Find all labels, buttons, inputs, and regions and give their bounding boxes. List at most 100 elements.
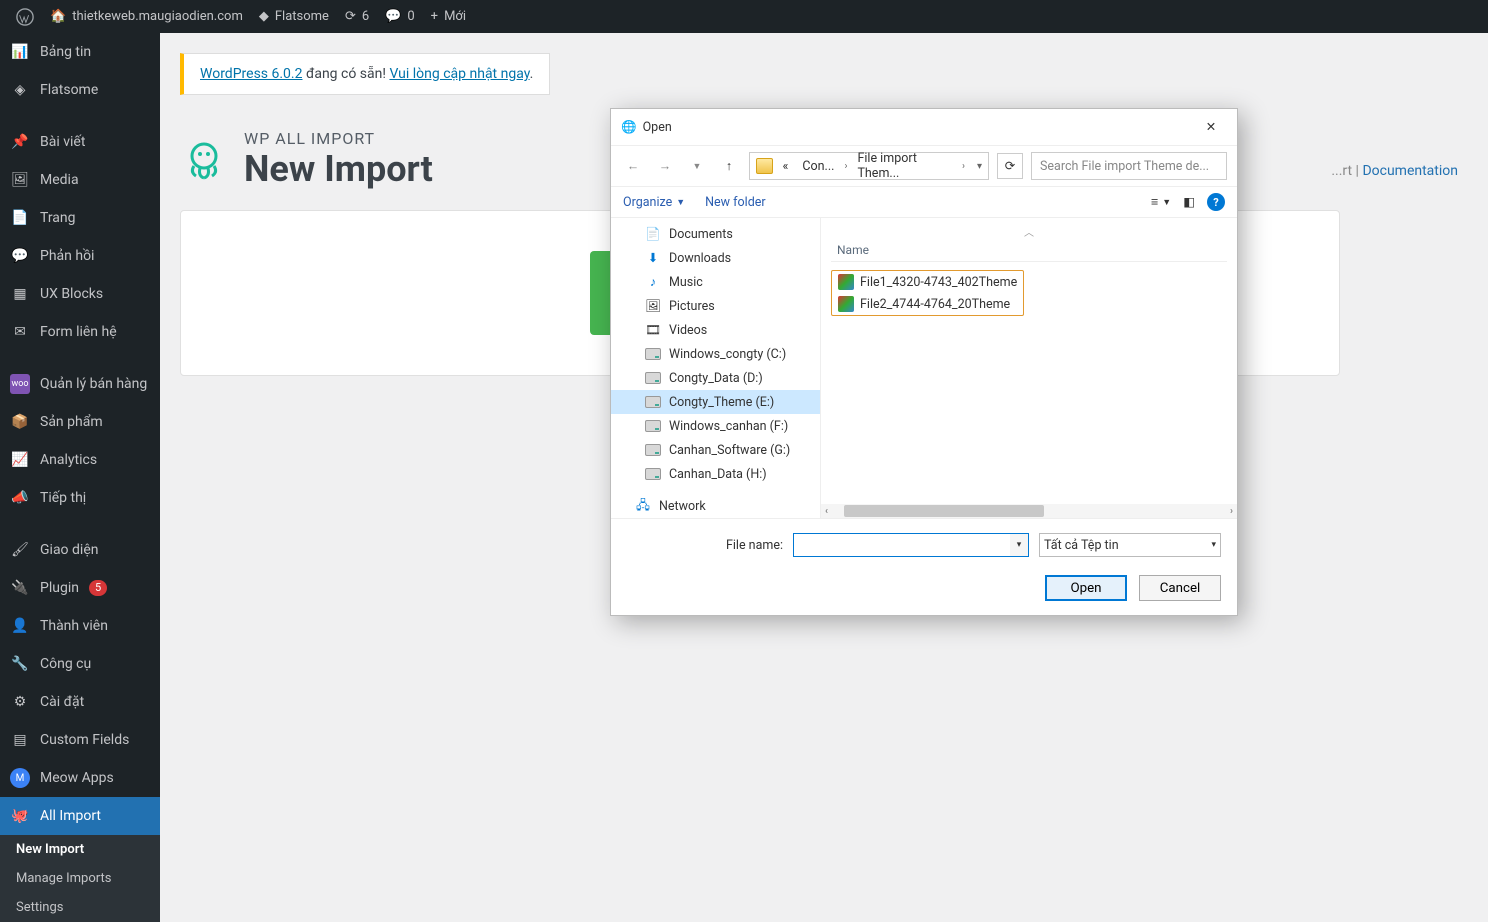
update-now-link[interactable]: Vui lòng cập nhật ngay (389, 66, 529, 82)
wp-logo[interactable] (8, 0, 42, 33)
app-icon: 🌐 (621, 120, 637, 135)
sidebar-item-users[interactable]: 👤Thành viên (0, 607, 160, 645)
notice-text: đang có sẵn! (302, 66, 389, 82)
blocks-icon: ▦ (10, 284, 30, 304)
documentation-link[interactable]: Documentation (1362, 163, 1458, 179)
network-icon: 🖧 (635, 498, 651, 514)
notice-end: . (530, 66, 534, 82)
sidebar-item-uxblocks[interactable]: ▦UX Blocks (0, 275, 160, 313)
breadcrumb-seg[interactable]: Con... (798, 159, 838, 174)
tree-drive-d[interactable]: Congty_Data (D:) (611, 366, 820, 390)
sidebar-item-posts[interactable]: 📌Bài viết (0, 123, 160, 161)
open-button[interactable]: Open (1045, 575, 1127, 601)
file-row[interactable]: File2_4744-4764_20Theme (832, 293, 1023, 315)
filename-dropdown[interactable]: ▾ (1010, 534, 1028, 556)
file-row[interactable]: File1_4320-4743_402Theme (832, 271, 1023, 293)
file-list: ︿ Name File1_4320-4743_402Theme File2_47… (821, 218, 1237, 518)
filter-label: Tất cả Tệp tin (1044, 538, 1119, 553)
sidebar-label: Plugin (40, 580, 79, 596)
comments-count: 0 (407, 9, 414, 24)
sidebar-item-contactform[interactable]: ✉Form liên hệ (0, 313, 160, 351)
tree-drive-g[interactable]: Canhan_Software (G:) (611, 438, 820, 462)
sidebar-item-meow[interactable]: M Meow Apps (0, 759, 160, 797)
sidebar-item-pages[interactable]: 📄Trang (0, 199, 160, 237)
update-notice: WordPress 6.0.2 đang có sẵn! Vui lòng cậ… (180, 53, 550, 95)
sidebar-item-media[interactable]: 🖼Media (0, 161, 160, 199)
sidebar-item-allimport[interactable]: 🐙All Import (0, 797, 160, 835)
help-button[interactable]: ? (1207, 193, 1225, 211)
breadcrumb-up[interactable]: « (779, 159, 793, 174)
file-type-filter[interactable]: Tất cả Tệp tin▾ (1039, 533, 1221, 557)
chevron-down-icon: ▼ (676, 197, 685, 208)
close-button[interactable]: ✕ (1195, 115, 1227, 139)
tree-label: Pictures (669, 299, 715, 314)
sidebar-label: Analytics (40, 452, 97, 468)
sidebar-item-dashboard[interactable]: 📊Bảng tin (0, 33, 160, 71)
sidebar-item-plugins[interactable]: 🔌Plugin5 (0, 569, 160, 607)
address-bar[interactable]: « Con... › File import Them... › ▾ (749, 152, 989, 180)
search-input[interactable]: Search File import Theme de... (1031, 152, 1227, 180)
submenu-settings[interactable]: Settings (0, 893, 160, 922)
tree-drive-h[interactable]: Canhan_Data (H:) (611, 462, 820, 486)
submenu-new-import[interactable]: New Import (0, 835, 160, 864)
view-mode-button[interactable]: ≡ ▼ (1151, 195, 1171, 210)
chevron-right-icon: › (962, 161, 965, 172)
dialog-titlebar: 🌐Open ✕ (611, 109, 1237, 145)
preview-pane-button[interactable]: ◧ (1183, 194, 1195, 210)
site-home[interactable]: 🏠thietkeweb.maugiaodien.com (42, 0, 251, 33)
sidebar-item-tools[interactable]: 🔧Công cụ (0, 645, 160, 683)
plugin-badge: 5 (89, 580, 107, 596)
meow-icon: M (10, 768, 30, 788)
new-content[interactable]: +Mới (423, 0, 474, 33)
dashboard-icon: 📊 (10, 42, 30, 62)
tree-pictures[interactable]: 🖼Pictures (611, 294, 820, 318)
tree-drive-f[interactable]: Windows_canhan (F:) (611, 414, 820, 438)
cancel-button[interactable]: Cancel (1139, 575, 1221, 601)
tree-network[interactable]: 🖧Network (611, 494, 820, 518)
forward-button[interactable]: → (653, 154, 677, 178)
drive-icon (645, 346, 661, 362)
tree-drive-e[interactable]: Congty_Theme (E:) (611, 390, 820, 414)
sidebar-item-settings[interactable]: ⚙Cài đặt (0, 683, 160, 721)
tree-documents[interactable]: 📄Documents (611, 222, 820, 246)
tree-music[interactable]: ♪Music (611, 270, 820, 294)
comments[interactable]: 💬0 (377, 0, 423, 33)
sidebar-item-marketing[interactable]: 📣Tiếp thị (0, 479, 160, 517)
organize-label: Organize (623, 195, 672, 210)
sidebar-label: Meow Apps (40, 770, 114, 786)
tree-downloads[interactable]: ⬇Downloads (611, 246, 820, 270)
sidebar-item-products[interactable]: 📦Sản phẩm (0, 403, 160, 441)
chevron-right-icon: › (844, 161, 847, 172)
submenu-manage-imports[interactable]: Manage Imports (0, 864, 160, 893)
support-link[interactable]: ...rt (1331, 163, 1352, 179)
drive-icon (645, 394, 661, 410)
filename-input[interactable] (793, 533, 1029, 557)
sidebar-item-analytics[interactable]: 📈Analytics (0, 441, 160, 479)
sort-collapse[interactable]: ︿ (831, 224, 1227, 239)
up-button[interactable]: ↑ (717, 154, 741, 178)
column-header-name[interactable]: Name (831, 239, 1227, 262)
organize-button[interactable]: Organize ▼ (623, 195, 685, 210)
tree-drive-c[interactable]: Windows_congty (C:) (611, 342, 820, 366)
sidebar-item-feedback[interactable]: 💬Phản hồi (0, 237, 160, 275)
horizontal-scrollbar[interactable]: ‹› (821, 504, 1237, 518)
recent-dropdown[interactable]: ▼ (685, 154, 709, 178)
tree-label: Downloads (669, 251, 731, 266)
back-button[interactable]: ← (621, 154, 645, 178)
sidebar-item-customfields[interactable]: ▤Custom Fields (0, 721, 160, 759)
wp-version-link[interactable]: WordPress 6.0.2 (200, 66, 302, 82)
updates[interactable]: ⟳6 (337, 0, 377, 33)
sidebar-item-flatsome[interactable]: ◈Flatsome (0, 71, 160, 109)
refresh-icon: ⟳ (345, 9, 356, 24)
breadcrumb-seg[interactable]: File import Them... (853, 151, 955, 181)
tree-videos[interactable]: 🎞Videos (611, 318, 820, 342)
sidebar-label: Bài viết (40, 134, 85, 150)
refresh-button[interactable]: ⟳ (997, 153, 1023, 179)
chevron-down-icon[interactable]: ▾ (977, 161, 982, 172)
sidebar-item-woo[interactable]: wooQuản lý bán hàng (0, 365, 160, 403)
new-folder-button[interactable]: New folder (705, 195, 765, 210)
wp-admin-bar: 🏠thietkeweb.maugiaodien.com ◆Flatsome ⟳6… (0, 0, 1488, 33)
tools-icon: 🔧 (10, 654, 30, 674)
sidebar-item-appearance[interactable]: 🖌Giao diện (0, 531, 160, 569)
theme-link[interactable]: ◆Flatsome (251, 0, 337, 33)
